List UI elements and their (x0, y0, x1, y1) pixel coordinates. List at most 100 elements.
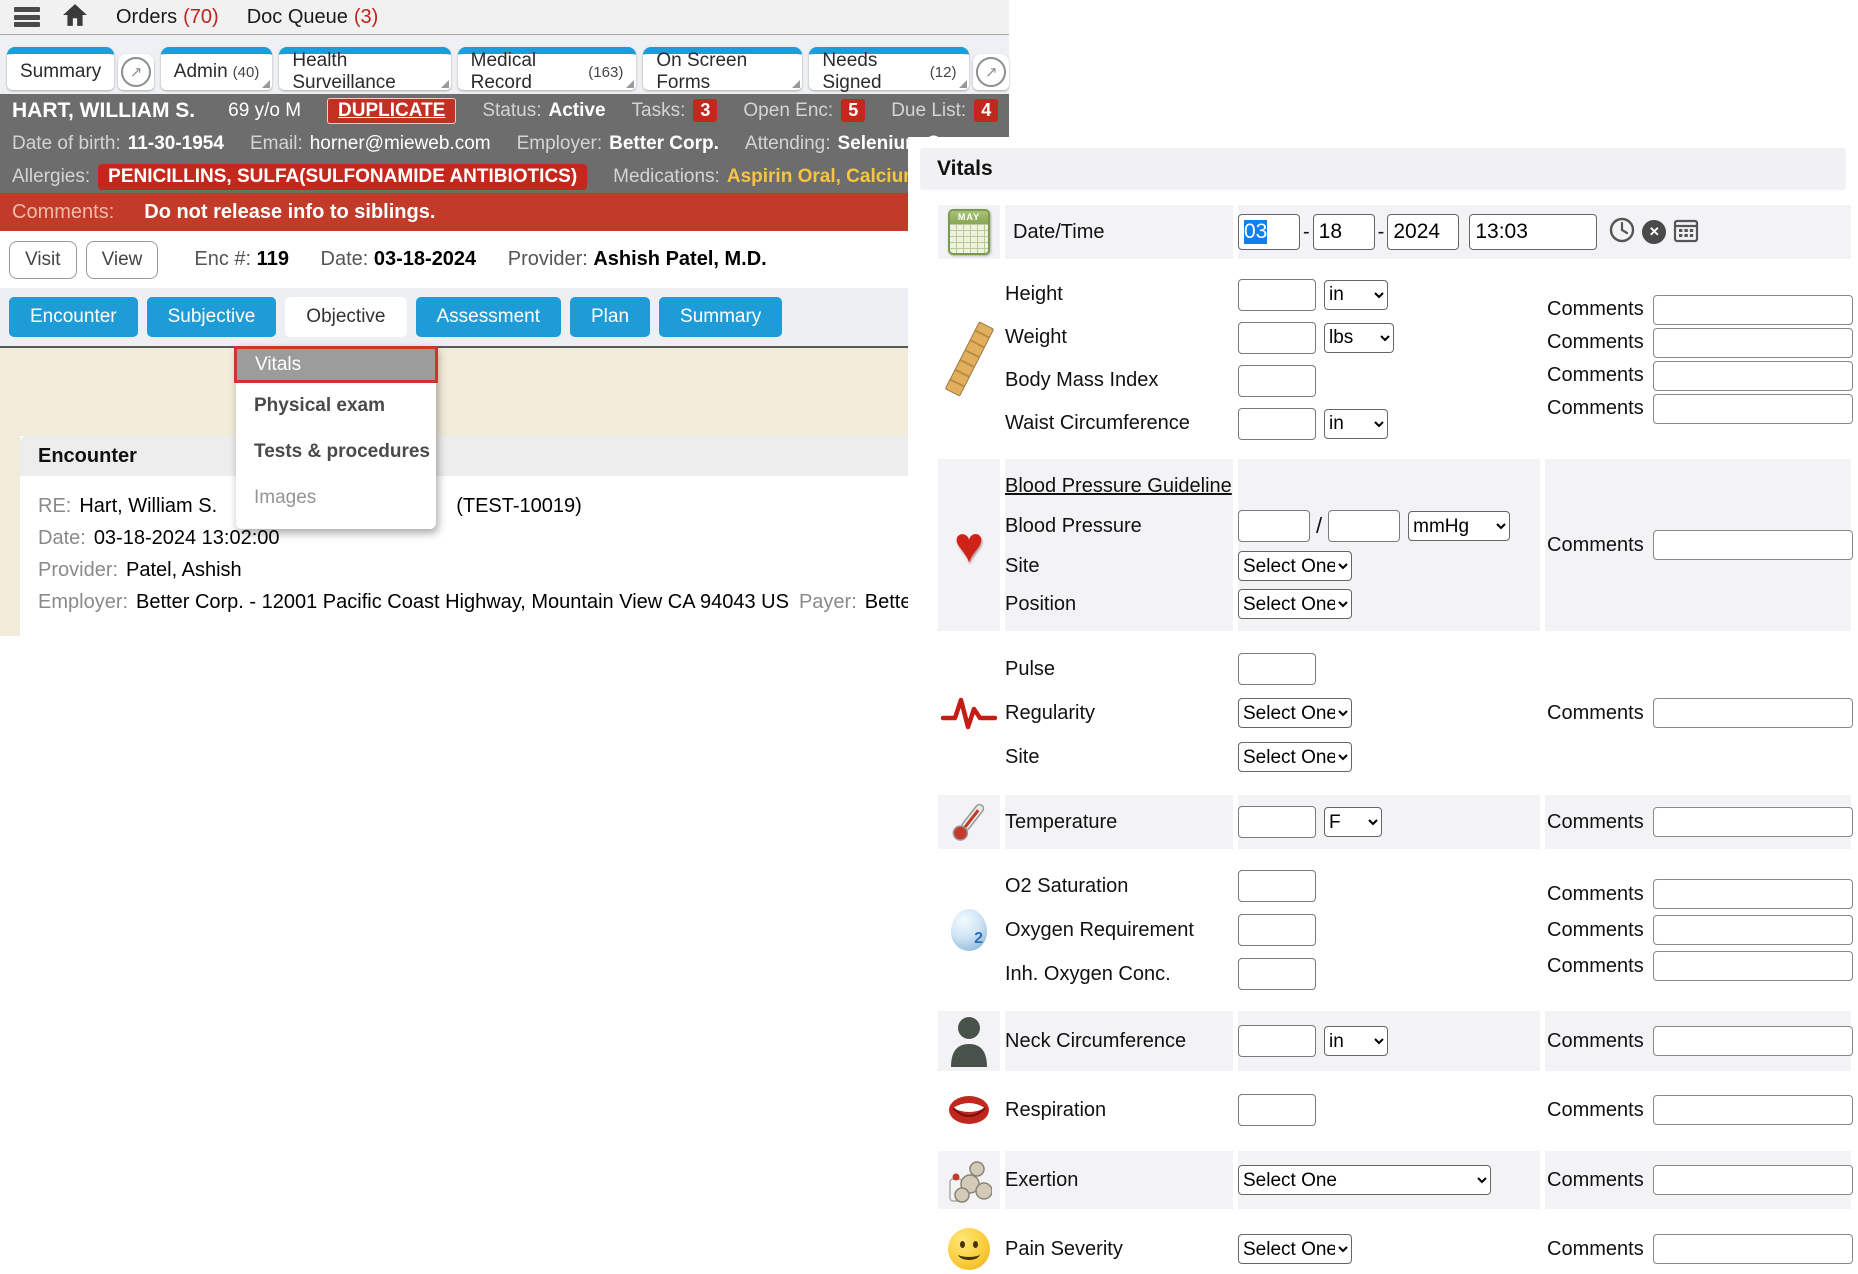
status-label: Status: (482, 100, 541, 122)
weight-unit-select[interactable]: lbs (1324, 323, 1394, 353)
medications-label: Medications: (613, 166, 720, 188)
inh-oxygen-conc-input[interactable] (1238, 958, 1316, 990)
vitals-pulse-group: Pulse Regularity Site Select One Select … (938, 645, 1851, 781)
bp-comments-input[interactable] (1653, 530, 1853, 560)
nav-subjective-button[interactable]: Subjective (147, 297, 277, 337)
inh-oxygen-conc-comments-input[interactable] (1653, 951, 1853, 981)
nav-plan-button[interactable]: Plan (570, 297, 650, 337)
oxygen-requirement-input[interactable] (1238, 914, 1316, 946)
due-list-count-badge[interactable]: 4 (974, 99, 998, 122)
tab-needs-signed[interactable]: Needs Signed(12) (809, 47, 969, 90)
vitals-panel-title: Vitals (937, 157, 993, 181)
pulse-site-select[interactable]: Select One (1238, 742, 1352, 772)
card-employer-value: Better Corp. - 12001 Pacific Coast Highw… (136, 591, 789, 614)
waist-comments-input[interactable] (1653, 394, 1853, 424)
encounter-card-title: Encounter (38, 445, 137, 468)
card-provider-value: Patel, Ashish (126, 559, 242, 582)
tasks-count-badge[interactable]: 3 (693, 99, 717, 122)
doc-queue-count: (3) (354, 6, 378, 28)
home-icon[interactable] (62, 3, 88, 32)
tab-summary[interactable]: Summary (7, 47, 114, 90)
pulse-comments-input[interactable] (1653, 698, 1853, 728)
date-day-input[interactable] (1313, 214, 1375, 250)
calendar-picker-icon[interactable] (1673, 217, 1699, 248)
height-comments-input[interactable] (1653, 295, 1853, 325)
tabs-popout-button[interactable] (973, 54, 1009, 90)
oxygen-requirement-comments-input[interactable] (1653, 915, 1853, 945)
tab-on-screen-forms[interactable]: On Screen Forms (643, 47, 802, 90)
orders-menu-item[interactable]: Orders(70) (116, 6, 219, 29)
pulse-input[interactable] (1238, 653, 1316, 685)
nav-encounter-button[interactable]: Encounter (9, 297, 138, 337)
comments-label: Comments (1547, 397, 1644, 420)
waist-input[interactable] (1238, 408, 1316, 440)
exertion-comments-input[interactable] (1653, 1165, 1853, 1195)
bp-position-select[interactable]: Select One (1238, 589, 1352, 619)
neck-circumference-input[interactable] (1238, 1025, 1316, 1057)
temperature-comments-input[interactable] (1653, 807, 1853, 837)
menu-item-vitals[interactable]: Vitals (234, 346, 438, 383)
employer-label: Employer: (517, 133, 603, 155)
blood-pressure-guideline-link[interactable]: Blood Pressure Guideline (1005, 475, 1232, 498)
tab-medical-record[interactable]: Medical Record(163) (458, 47, 637, 90)
height-input[interactable] (1238, 279, 1316, 311)
height-unit-select[interactable]: in (1324, 280, 1388, 310)
duplicate-badge[interactable]: DUPLICATE (327, 98, 456, 124)
exertion-select[interactable]: Select One (1238, 1165, 1491, 1195)
neck-unit-select[interactable]: in (1324, 1026, 1388, 1056)
waist-unit-select[interactable]: in (1324, 409, 1388, 439)
bp-site-label: Site (1005, 555, 1039, 578)
dob-label: Date of birth: (12, 133, 121, 155)
hamburger-menu-icon[interactable] (14, 7, 40, 27)
allergies-badge[interactable]: PENICILLINS, SULFA(SULFONAMIDE ANTIBIOTI… (98, 164, 587, 190)
nav-assessment-button[interactable]: Assessment (416, 297, 561, 337)
nav-summary-button[interactable]: Summary (659, 297, 782, 337)
date-month-input[interactable]: 03 (1238, 214, 1300, 250)
respiration-input[interactable] (1238, 1094, 1316, 1126)
o2-saturation-comments-input[interactable] (1653, 879, 1853, 909)
smiley-face-icon (938, 1223, 1000, 1274)
weight-comments-input[interactable] (1653, 328, 1853, 358)
pain-severity-label: Pain Severity (1005, 1238, 1123, 1261)
neck-comments-input[interactable] (1653, 1026, 1853, 1056)
clock-icon[interactable] (1609, 217, 1635, 248)
vitals-pain-group: Pain Severity Select One Comments (938, 1223, 1851, 1274)
o2-saturation-input[interactable] (1238, 870, 1316, 902)
doc-queue-menu-item[interactable]: Doc Queue(3) (247, 6, 379, 29)
bp-systolic-input[interactable] (1238, 510, 1310, 542)
comments-label: Comments (1547, 919, 1644, 942)
pain-comments-input[interactable] (1653, 1234, 1853, 1264)
menu-item-tests-procedures[interactable]: Tests & procedures (236, 429, 436, 475)
chart-tabs-bar: Summary Admin(40) Health Surveillance Me… (0, 35, 1009, 94)
visit-button[interactable]: Visit (9, 241, 77, 279)
pain-severity-select[interactable]: Select One (1238, 1234, 1352, 1264)
bp-diastolic-input[interactable] (1328, 510, 1400, 542)
date-year-input[interactable] (1387, 214, 1459, 250)
encounter-card: Encounter RE: Hart, William S. 11-30-195… (20, 436, 1000, 618)
bmi-comments-input[interactable] (1653, 361, 1853, 391)
vitals-panel-header: Vitals (920, 148, 1846, 190)
tab-admin[interactable]: Admin(40) (161, 47, 273, 90)
exertion-weights-icon (938, 1151, 1000, 1209)
weight-input[interactable] (1238, 322, 1316, 354)
nav-objective-button[interactable]: Objective (285, 297, 406, 337)
temperature-unit-select[interactable]: F (1324, 807, 1382, 837)
respiration-comments-input[interactable] (1653, 1095, 1853, 1125)
clear-date-icon[interactable] (1642, 220, 1666, 244)
pulse-regularity-select[interactable]: Select One (1238, 698, 1352, 728)
view-button[interactable]: View (86, 241, 159, 279)
temperature-input[interactable] (1238, 806, 1316, 838)
tab-health-surveillance[interactable]: Health Surveillance (279, 47, 450, 90)
summary-popout-button[interactable] (118, 54, 154, 90)
bmi-input[interactable] (1238, 365, 1316, 397)
bp-site-select[interactable]: Select One (1238, 551, 1352, 581)
temperature-label: Temperature (1005, 811, 1117, 834)
open-enc-count-badge[interactable]: 5 (841, 99, 865, 122)
menu-item-images[interactable]: Images (236, 475, 436, 521)
time-input[interactable] (1469, 214, 1597, 250)
visit-bar: Visit View Enc #: 119 Date: 03-18-2024 P… (0, 231, 1009, 288)
encounter-card-body: RE: Hart, William S. 11-30-1954 69 y/o M… (20, 476, 1000, 618)
comments-bar-text: Do not release info to siblings. (144, 201, 435, 224)
bp-unit-select[interactable]: mmHg (1408, 511, 1510, 541)
menu-item-physical-exam[interactable]: Physical exam (236, 383, 436, 429)
